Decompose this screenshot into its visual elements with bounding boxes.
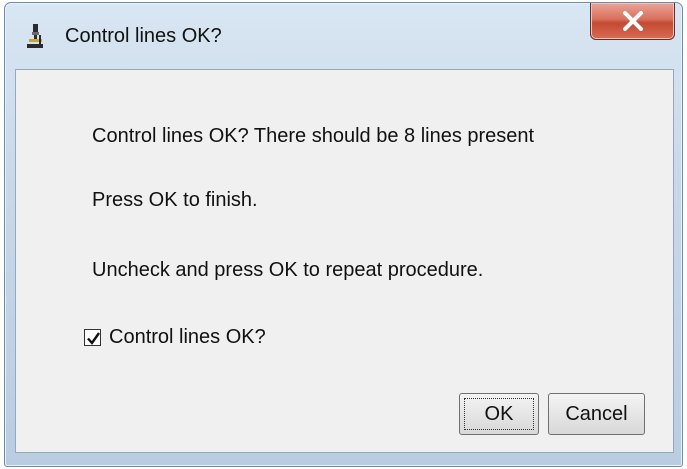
title-bar[interactable]: Control lines OK? [5,3,682,65]
checkbox-label: Control lines OK? [109,325,266,348]
close-button[interactable] [590,3,675,40]
dialog-window: Control lines OK? Control lines OK? Ther… [4,2,683,467]
message-line-2: Press OK to finish. [92,189,258,211]
ok-button[interactable]: OK [459,393,539,435]
microscope-icon [25,23,45,49]
close-icon [623,11,643,31]
focus-rectangle [464,398,534,430]
cancel-button-label: Cancel [565,402,628,425]
control-lines-checkbox-row[interactable]: Control lines OK? [84,323,266,351]
message-line-1: Control lines OK? There should be 8 line… [92,125,535,147]
checkmark-icon [87,331,100,345]
message-line-3: Uncheck and press OK to repeat procedure… [92,259,484,281]
window-title: Control lines OK? [65,25,222,47]
control-lines-checkbox[interactable] [84,328,101,346]
cancel-button[interactable]: Cancel [548,393,645,435]
dialog-body: Control lines OK? There should be 8 line… [15,69,674,453]
